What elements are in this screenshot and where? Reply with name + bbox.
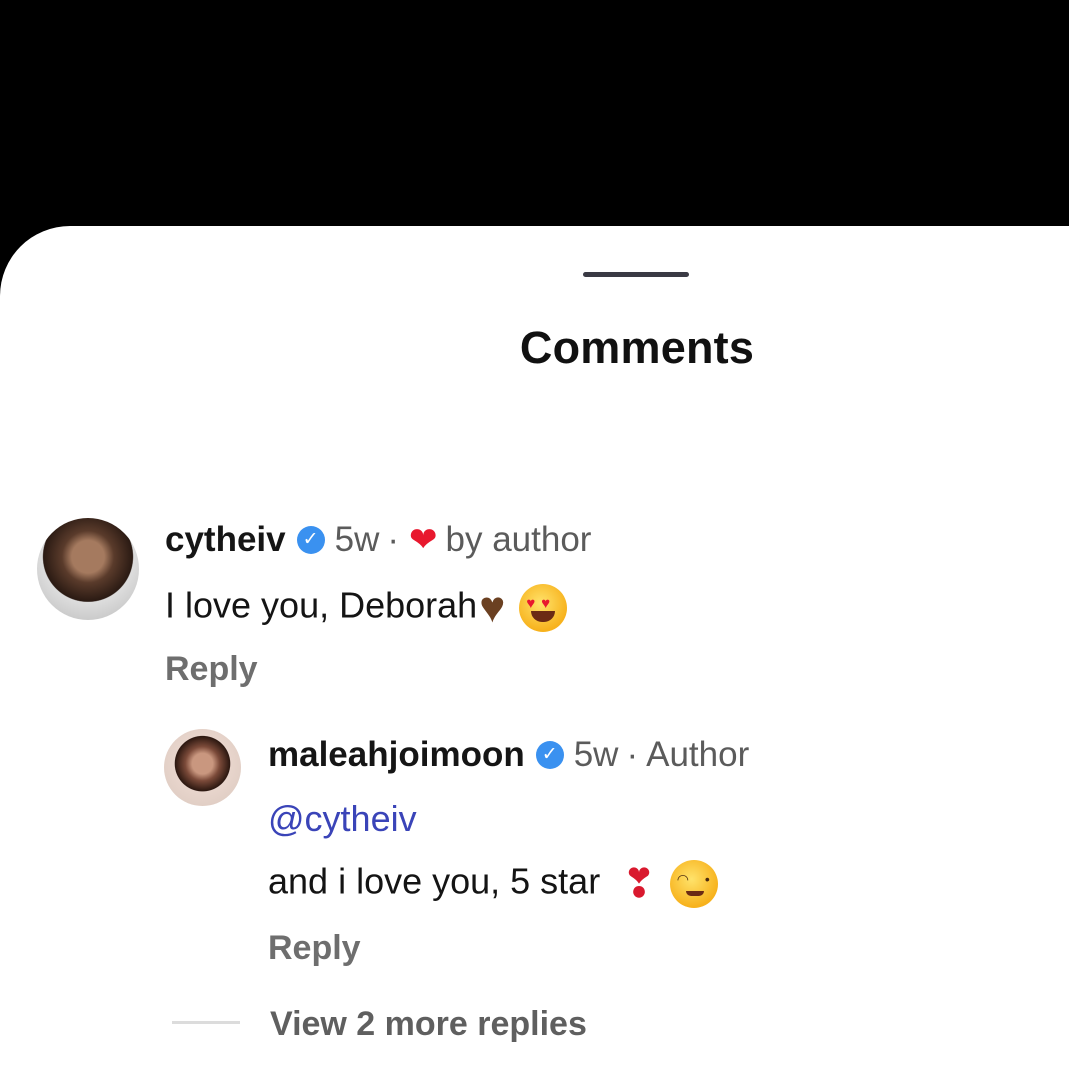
reply-meta: maleahjoimoon ✓ 5w · Author <box>268 735 749 775</box>
mention-link[interactable]: @cytheiv <box>268 798 417 840</box>
verified-badge-icon: ✓ <box>535 741 564 769</box>
red-heart-icon: ❤ <box>409 521 438 559</box>
reply-button[interactable]: Reply <box>268 929 361 968</box>
reply-text-content: and i love you, 5 star <box>268 860 601 902</box>
heart-eyes-emoji: ♥♥ <box>519 584 568 632</box>
red-exclamation-emoji: ❣ <box>622 862 656 906</box>
liked-by-author-label: by author <box>445 520 592 559</box>
sheet-title: Comments <box>519 322 755 373</box>
reply-text: and i love you, 5 star ❣ ◠ • <box>268 860 718 908</box>
comment-time: 5w <box>334 520 380 559</box>
brown-heart-emoji: ♥ <box>479 583 506 632</box>
separator: · <box>626 735 639 774</box>
drag-handle[interactable] <box>583 272 689 277</box>
avatar-maleahjoimoon[interactable] <box>164 729 241 806</box>
author-label: Author <box>646 735 750 774</box>
avatar-cytheiv[interactable] <box>37 518 139 620</box>
reply-time: 5w <box>573 735 619 774</box>
reply-button[interactable]: Reply <box>165 650 258 689</box>
comment-text-content: I love you, Deborah <box>165 584 478 626</box>
divider-line <box>172 1021 240 1024</box>
winking-face-emoji: ◠ • <box>669 860 718 908</box>
separator: · <box>387 520 400 559</box>
comment-meta: cytheiv ✓ 5w · ❤ by author <box>165 520 591 560</box>
view-more-replies-button[interactable]: View 2 more replies <box>270 1005 587 1044</box>
verified-badge-icon: ✓ <box>296 526 325 554</box>
comment-username[interactable]: cytheiv <box>165 520 286 560</box>
reply-username[interactable]: maleahjoimoon <box>268 735 525 775</box>
comment-text: I love you, Deborah♥ ♥♥ <box>165 583 568 633</box>
